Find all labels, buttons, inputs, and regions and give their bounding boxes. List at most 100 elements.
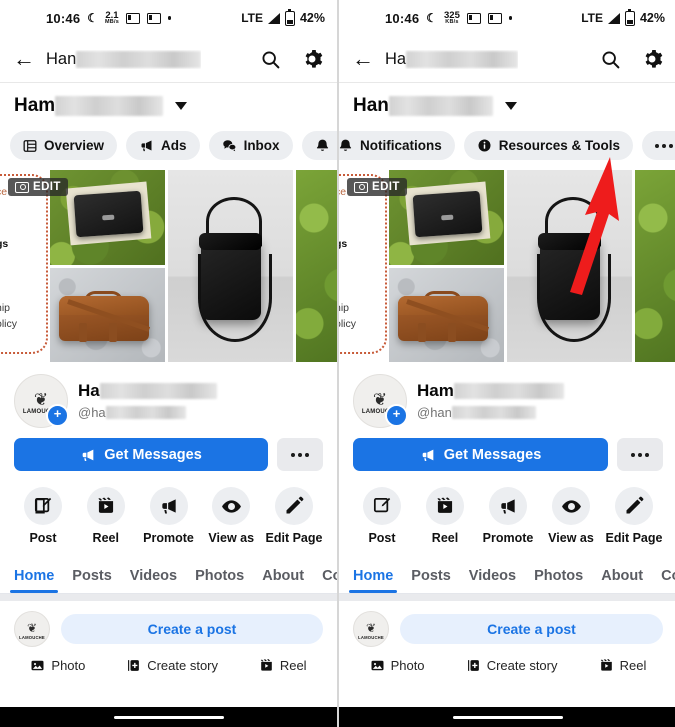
tab-home[interactable]: Home — [9, 568, 59, 593]
nav-pill-notifications[interactable]: Notifica — [301, 131, 337, 160]
get-messages-button[interactable]: Get Messages — [353, 438, 608, 471]
tab-about[interactable]: About — [601, 568, 643, 593]
profile-name-text: Ha — [78, 380, 100, 400]
composer-action-reel[interactable]: Reel — [259, 658, 307, 673]
page-nav-pills[interactable]: Notifications Resources & Tools More — [339, 125, 675, 170]
edit-cover-button[interactable]: EDIT — [8, 178, 68, 196]
nav-pill-resources-and-tools[interactable]: Resources & Tools — [463, 131, 634, 160]
cover-side-card: ce gs hip olicy — [339, 170, 389, 362]
page-nav-pills[interactable]: Overview Ads Inbox Notifica — [0, 125, 337, 170]
content-tabs[interactable]: Home Posts Videos Photos About Co — [339, 555, 675, 594]
tab-photos[interactable]: Photos — [195, 568, 244, 593]
nav-pill-inbox[interactable]: Inbox — [208, 131, 293, 160]
nav-pill-ads[interactable]: Ads — [126, 131, 200, 160]
composer-action-photo[interactable]: Photo — [370, 658, 425, 673]
action-view-as[interactable]: View as — [202, 487, 260, 545]
tab-posts[interactable]: Posts — [411, 568, 451, 593]
action-promote[interactable]: Promote — [140, 487, 198, 545]
content-tabs[interactable]: Home Posts Videos Photos About Co — [0, 555, 337, 594]
create-post-input[interactable]: Create a post — [61, 614, 323, 644]
nav-pill-notifications[interactable]: Notifications — [339, 131, 455, 160]
action-label: View as — [208, 531, 255, 545]
action-label: Post — [368, 531, 396, 545]
collage-column — [168, 170, 293, 362]
composer-action-create-story[interactable]: Create story — [466, 658, 558, 673]
nav-pill-more[interactable]: More — [642, 131, 675, 160]
action-edit-page[interactable]: Edit Page — [265, 487, 323, 545]
cover-photo-black-bucket-bag[interactable] — [507, 170, 632, 362]
tab-posts[interactable]: Posts — [72, 568, 112, 593]
page-name-row[interactable]: Ham — [0, 83, 337, 125]
tab-videos[interactable]: Videos — [469, 568, 516, 593]
page-name-row[interactable]: Han — [339, 83, 675, 125]
page-more-options-button[interactable] — [277, 438, 323, 471]
home-indicator[interactable] — [453, 715, 563, 719]
action-post[interactable]: Post — [353, 487, 411, 545]
composer-avatar[interactable]: ❦ LAMOUCHE — [353, 611, 389, 647]
composer-action-create-story[interactable]: Create story — [126, 658, 218, 673]
profile-text: Ha @ha — [78, 381, 323, 420]
card-text-fragment: gs — [0, 238, 9, 250]
reel-clapper-icon — [600, 659, 612, 671]
cover-photo-brown-satchel[interactable] — [50, 267, 165, 362]
page-name: Han — [353, 95, 493, 117]
redacted-profile-name-blur — [453, 382, 564, 399]
status-bar-right: LTE 42% — [241, 8, 325, 26]
app-notification-icon-2 — [146, 12, 161, 24]
pencil-icon — [615, 487, 653, 525]
tab-community[interactable]: Co — [322, 568, 337, 593]
satchel-buckle — [447, 323, 456, 343]
edit-cover-button[interactable]: EDIT — [347, 178, 407, 196]
cover-photo-partial-green[interactable] — [635, 170, 675, 362]
cover-photo-collage[interactable]: EDIT ce gs hip olicy — [0, 170, 337, 362]
add-story-icon — [128, 660, 140, 671]
back-arrow-icon[interactable]: ← — [12, 48, 36, 70]
search-icon[interactable] — [257, 46, 283, 72]
action-post[interactable]: Post — [14, 487, 72, 545]
tab-home[interactable]: Home — [348, 568, 398, 593]
status-time: 10:46 — [46, 10, 81, 26]
profile-name-text: Ham — [417, 380, 454, 400]
search-icon[interactable] — [597, 46, 623, 72]
action-view-as[interactable]: View as — [542, 487, 600, 545]
add-photo-badge[interactable]: + — [385, 404, 408, 427]
back-arrow-icon[interactable]: ← — [351, 48, 375, 70]
chevron-down-icon[interactable] — [175, 102, 188, 110]
network-speed-indicator: 325 KB/s — [444, 10, 460, 26]
action-promote[interactable]: Promote — [479, 487, 537, 545]
chevron-down-icon[interactable] — [504, 102, 517, 110]
composer-avatar[interactable]: ❦ LAMOUCHE — [14, 611, 50, 647]
tab-community[interactable]: Co — [661, 568, 675, 593]
tab-photos[interactable]: Photos — [534, 568, 583, 593]
nav-pill-overview[interactable]: Overview — [10, 131, 118, 160]
tab-about[interactable]: About — [262, 568, 304, 593]
cover-photo-brown-satchel[interactable] — [389, 267, 504, 362]
page-more-options-button[interactable] — [617, 438, 663, 471]
tab-videos[interactable]: Videos — [130, 568, 177, 593]
cover-photo-partial-green[interactable] — [296, 170, 337, 362]
home-indicator[interactable] — [113, 715, 224, 719]
reel-clapper-icon — [426, 487, 464, 525]
avatar[interactable]: ❦ LAMOUCHE + — [14, 374, 69, 428]
create-post-input[interactable]: Create a post — [400, 614, 663, 644]
cover-photo-collage[interactable]: EDIT ce gs hip olicy — [339, 170, 675, 362]
add-photo-badge[interactable]: + — [46, 404, 69, 427]
action-edit-page[interactable]: Edit Page — [605, 487, 663, 545]
composer-action-reel[interactable]: Reel — [599, 658, 646, 673]
logo-mark-icon: ❦ — [26, 620, 38, 635]
logo-mark-icon: ❦ — [372, 389, 388, 409]
composer-action-photo[interactable]: Photo — [30, 658, 85, 673]
gear-icon[interactable] — [299, 46, 325, 72]
gear-icon[interactable] — [639, 46, 665, 72]
cover-side-card: ce gs hip olicy — [0, 170, 50, 362]
megaphone-icon — [489, 487, 527, 525]
cover-photo-black-bucket-bag[interactable] — [168, 170, 293, 362]
profile-row: ❦ LAMOUCHE + Ham @han — [339, 362, 675, 434]
action-reel[interactable]: Reel — [416, 487, 474, 545]
action-label: Reel — [92, 531, 119, 545]
network-speed-unit: MB/s — [105, 19, 119, 25]
action-reel[interactable]: Reel — [77, 487, 135, 545]
card-text-fragment: hip — [339, 302, 350, 314]
get-messages-button[interactable]: Get Messages — [14, 438, 268, 471]
avatar[interactable]: ❦ LAMOUCHE + — [353, 374, 408, 428]
